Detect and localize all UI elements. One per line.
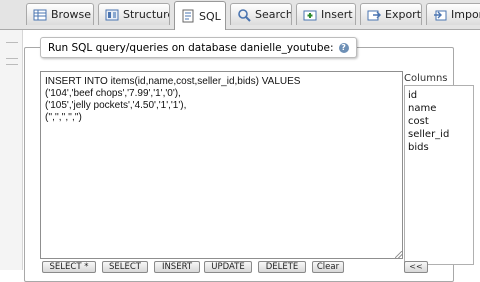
left-frame-edge bbox=[0, 30, 23, 270]
tab-label: SQL bbox=[199, 9, 221, 23]
columns-label: Columns bbox=[404, 73, 448, 84]
tab-search[interactable]: Search bbox=[230, 3, 292, 25]
tab-export[interactable]: Export bbox=[360, 3, 422, 25]
tab-insert[interactable]: Insert bbox=[296, 3, 356, 25]
sql-icon bbox=[181, 9, 195, 23]
select-button[interactable]: SELECT bbox=[102, 261, 148, 273]
column-option-name[interactable]: name bbox=[408, 102, 470, 115]
sql-line: ('105','jelly pockets','4.50','1','1'), bbox=[45, 100, 187, 111]
column-option-seller-id[interactable]: seller_id bbox=[408, 128, 470, 141]
sql-line: INSERT INTO items(id,name,cost,seller_id… bbox=[45, 76, 301, 87]
tab-label: Browse bbox=[51, 8, 92, 21]
tab-import[interactable]: Import bbox=[426, 3, 480, 25]
update-button[interactable]: UPDATE bbox=[204, 261, 252, 273]
sql-query-textarea[interactable]: INSERT INTO items(id,name,cost,seller_id… bbox=[40, 71, 403, 259]
column-option-bids[interactable]: bids bbox=[408, 141, 470, 154]
import-icon bbox=[433, 8, 447, 22]
query-legend: Run SQL query/queries on database daniel… bbox=[40, 37, 357, 58]
frame-divider bbox=[6, 58, 18, 59]
search-icon bbox=[237, 8, 251, 22]
legend-text: Run SQL query/queries on database daniel… bbox=[48, 41, 334, 54]
column-option-id[interactable]: id bbox=[408, 89, 470, 102]
clear-button[interactable]: Clear bbox=[312, 261, 344, 273]
help-icon[interactable]: ? bbox=[338, 42, 349, 53]
column-option-cost[interactable]: cost bbox=[408, 115, 470, 128]
tab-bar: Browse Structure SQL Search Insert Expor… bbox=[0, 0, 480, 30]
tab-label: Import bbox=[451, 8, 480, 21]
delete-button[interactable]: DELETE bbox=[258, 261, 306, 273]
frame-divider bbox=[6, 64, 18, 65]
tab-label: Export bbox=[385, 8, 422, 21]
tab-label: Search bbox=[255, 8, 292, 21]
frame-divider bbox=[6, 42, 18, 43]
insert-button[interactable]: INSERT bbox=[154, 261, 200, 273]
tab-label: Structure bbox=[123, 8, 170, 21]
tab-sql[interactable]: SQL bbox=[174, 1, 226, 30]
export-icon bbox=[367, 8, 381, 22]
sql-line: ('104','beef chops','7.99','1','0'), bbox=[45, 88, 181, 99]
tab-browse[interactable]: Browse bbox=[26, 3, 94, 25]
sql-line: ('','','','','') bbox=[45, 112, 82, 123]
insert-column-button[interactable]: << bbox=[404, 261, 428, 273]
structure-icon bbox=[105, 8, 119, 22]
browse-icon bbox=[33, 8, 47, 22]
insert-icon bbox=[303, 8, 317, 22]
columns-listbox[interactable]: id name cost seller_id bids bbox=[404, 85, 474, 265]
select-all-button[interactable]: SELECT * bbox=[42, 261, 96, 273]
textarea-resize-handle[interactable] bbox=[395, 251, 402, 258]
tab-structure[interactable]: Structure bbox=[98, 3, 170, 25]
tab-label: Insert bbox=[321, 8, 353, 21]
